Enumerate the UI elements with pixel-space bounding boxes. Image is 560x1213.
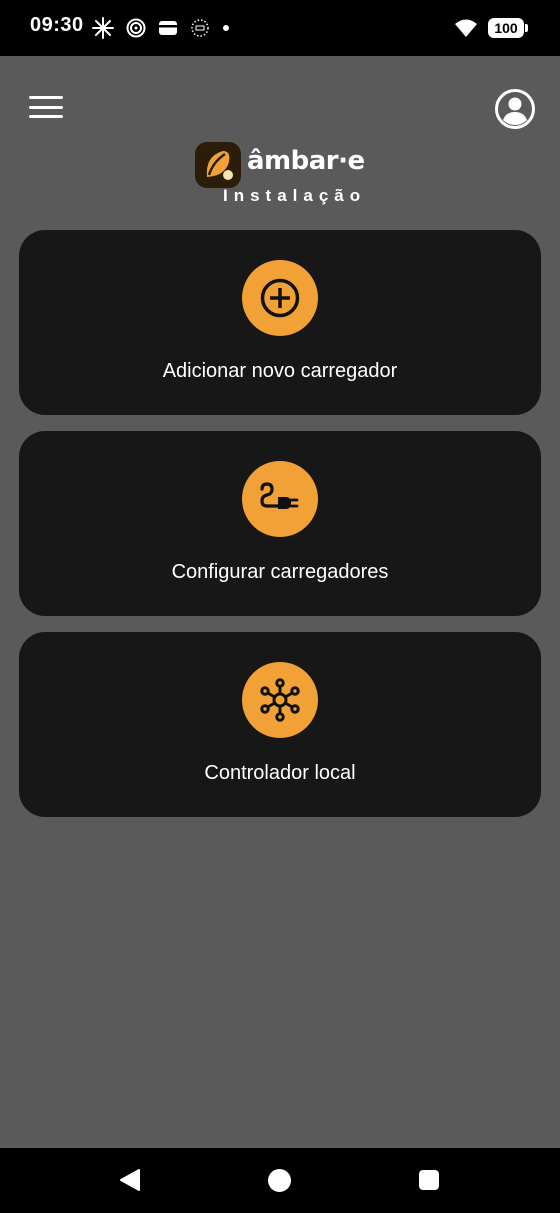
recent-apps-icon[interactable]: [419, 1170, 439, 1190]
amber-logo-icon: [195, 142, 241, 188]
card-label: Adicionar novo carregador: [162, 360, 398, 382]
add-charger-card[interactable]: Adicionar novo carregador: [19, 230, 541, 415]
system-indicators: 100: [454, 16, 528, 40]
back-icon[interactable]: [118, 1168, 142, 1192]
status-bar: 09:30 100: [0, 0, 560, 56]
brand-logo-block: âmbar·e Instalação: [195, 142, 375, 208]
system-nav-bar: [0, 1148, 560, 1213]
starburst-icon: [92, 17, 114, 39]
wifi-icon: [455, 19, 477, 37]
brand-subtitle: Instalação: [223, 186, 367, 205]
card-label: Controlador local: [204, 762, 356, 784]
dotted-circle-icon: [191, 19, 209, 37]
account-circle-icon[interactable]: [494, 88, 536, 130]
hub-network-icon: [242, 662, 318, 738]
status-time: 09:30: [30, 14, 84, 36]
local-controller-card[interactable]: Controlador local: [19, 632, 541, 817]
add-circle-icon: [242, 260, 318, 336]
spiral-icon: [126, 18, 146, 38]
hamburger-menu-icon[interactable]: [26, 90, 66, 124]
home-icon[interactable]: [268, 1169, 291, 1192]
dot-icon: [223, 25, 229, 31]
card-label: Configurar carregadores: [171, 561, 389, 583]
configure-chargers-card[interactable]: Configurar carregadores: [19, 431, 541, 616]
battery-icon: 100: [488, 18, 528, 38]
brand-name: âmbar·e: [247, 146, 365, 176]
wallet-icon: [159, 21, 177, 35]
ev-plug-icon: [242, 461, 318, 537]
notification-icons: [92, 16, 230, 40]
